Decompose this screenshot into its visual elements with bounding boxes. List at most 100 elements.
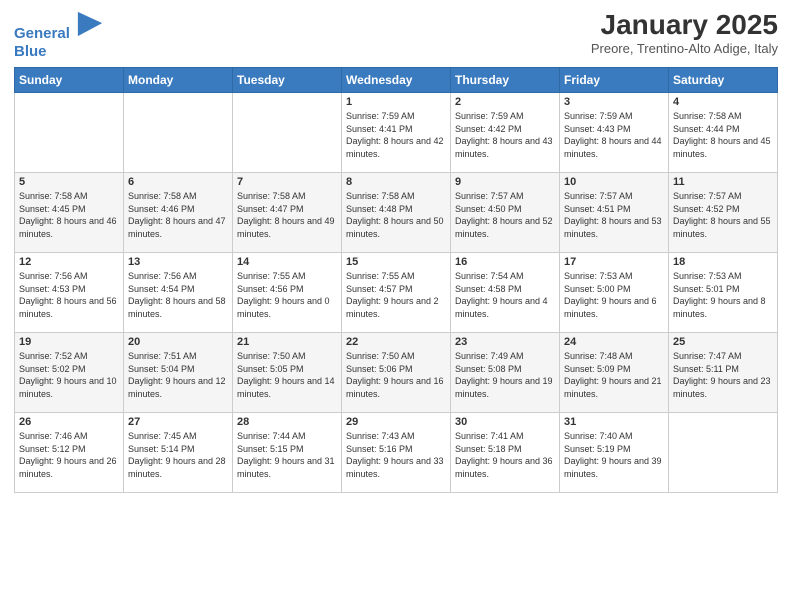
calendar-cell: 31Sunrise: 7:40 AM Sunset: 5:19 PM Dayli… xyxy=(560,413,669,493)
day-info: Sunrise: 7:57 AM Sunset: 4:51 PM Dayligh… xyxy=(564,190,664,240)
day-info: Sunrise: 7:41 AM Sunset: 5:18 PM Dayligh… xyxy=(455,430,555,480)
calendar-cell xyxy=(669,413,778,493)
page-header: General Blue January 2025 Preore, Trenti… xyxy=(14,10,778,61)
day-number: 26 xyxy=(19,416,119,428)
calendar-cell: 18 Sunrise: 7:53 AM Sunset: 5:01 PM Dayli… xyxy=(669,253,778,333)
day-info: Sunrise: 7:57 AM Sunset: 4:52 PM Dayligh… xyxy=(673,190,773,240)
day-number: 21 xyxy=(237,336,337,348)
day-number: 7 xyxy=(237,176,337,188)
day-number: 11 xyxy=(673,176,773,188)
calendar-cell: 27 Sunrise: 7:45 AM Sunset: 5:14 PM Dayli… xyxy=(124,413,233,493)
calendar-cell: 5 Sunrise: 7:58 AM Sunset: 4:45 PM Daylig… xyxy=(15,173,124,253)
calendar-cell: 22 Sunrise: 7:50 AM Sunset: 5:06 PM Dayli… xyxy=(342,333,451,413)
calendar-cell: 15 Sunrise: 7:55 AM Sunset: 4:57 PM Dayli… xyxy=(342,253,451,333)
calendar-week-2: 5 Sunrise: 7:58 AM Sunset: 4:45 PM Daylig… xyxy=(15,173,778,253)
day-number: 20 xyxy=(128,336,228,348)
day-info: Sunrise: 7:56 AM Sunset: 4:54 PM Dayligh… xyxy=(128,270,228,320)
day-info: Sunrise: 7:55 AM Sunset: 4:57 PM Dayligh… xyxy=(346,270,446,320)
day-number: 15 xyxy=(346,256,446,268)
logo: General Blue xyxy=(14,10,104,61)
calendar-week-3: 12Sunrise: 7:56 AM Sunset: 4:53 PM Dayli… xyxy=(15,253,778,333)
day-info: Sunrise: 7:48 AM Sunset: 5:09 PM Dayligh… xyxy=(564,350,664,400)
title-block: January 2025 Preore, Trentino-Alto Adige… xyxy=(591,10,778,56)
calendar-cell xyxy=(124,93,233,173)
day-number: 17 xyxy=(564,256,664,268)
day-info: Sunrise: 7:53 AM Sunset: 5:01 PM Dayligh… xyxy=(673,270,773,320)
calendar-cell: 2Sunrise: 7:59 AM Sunset: 4:42 PM Daylig… xyxy=(451,93,560,173)
day-info: Sunrise: 7:59 AM Sunset: 4:43 PM Dayligh… xyxy=(564,110,664,160)
calendar-cell: 24 Sunrise: 7:48 AM Sunset: 5:09 PM Dayli… xyxy=(560,333,669,413)
logo-blue: Blue xyxy=(14,43,104,61)
calendar-cell: 7 Sunrise: 7:58 AM Sunset: 4:47 PM Daylig… xyxy=(233,173,342,253)
location-subtitle: Preore, Trentino-Alto Adige, Italy xyxy=(591,41,778,56)
calendar-cell: 29Sunrise: 7:43 AM Sunset: 5:16 PM Dayli… xyxy=(342,413,451,493)
day-info: Sunrise: 7:45 AM Sunset: 5:14 PM Dayligh… xyxy=(128,430,228,480)
month-title: January 2025 xyxy=(591,10,778,41)
day-info: Sunrise: 7:54 AM Sunset: 4:58 PM Dayligh… xyxy=(455,270,555,320)
calendar-cell: 19 Sunrise: 7:52 AM Sunset: 5:02 PM Dayli… xyxy=(15,333,124,413)
day-number: 22 xyxy=(346,336,446,348)
calendar-cell: 3 Sunrise: 7:59 AM Sunset: 4:43 PM Daylig… xyxy=(560,93,669,173)
calendar-cell xyxy=(233,93,342,173)
calendar-cell: 30 Sunrise: 7:41 AM Sunset: 5:18 PM Dayli… xyxy=(451,413,560,493)
day-number: 9 xyxy=(455,176,555,188)
day-info: Sunrise: 7:50 AM Sunset: 5:05 PM Dayligh… xyxy=(237,350,337,400)
calendar-cell: 9 Sunrise: 7:57 AM Sunset: 4:50 PM Daylig… xyxy=(451,173,560,253)
weekday-header-sunday: Sunday xyxy=(15,68,124,93)
day-info: Sunrise: 7:40 AM Sunset: 5:19 PM Dayligh… xyxy=(564,430,664,480)
calendar-cell: 14 Sunrise: 7:55 AM Sunset: 4:56 PM Dayli… xyxy=(233,253,342,333)
day-number: 24 xyxy=(564,336,664,348)
day-info: Sunrise: 7:56 AM Sunset: 4:53 PM Dayligh… xyxy=(19,270,119,320)
day-info: Sunrise: 7:57 AM Sunset: 4:50 PM Dayligh… xyxy=(455,190,555,240)
calendar-cell: 4 Sunrise: 7:58 AM Sunset: 4:44 PM Daylig… xyxy=(669,93,778,173)
day-number: 27 xyxy=(128,416,228,428)
day-number: 4 xyxy=(673,96,773,108)
day-info: Sunrise: 7:51 AM Sunset: 5:04 PM Dayligh… xyxy=(128,350,228,400)
day-number: 25 xyxy=(673,336,773,348)
day-number: 8 xyxy=(346,176,446,188)
day-info: Sunrise: 7:44 AM Sunset: 5:15 PM Dayligh… xyxy=(237,430,337,480)
logo-general: General xyxy=(14,25,70,42)
day-number: 19 xyxy=(19,336,119,348)
day-number: 30 xyxy=(455,416,555,428)
calendar-cell: 10Sunrise: 7:57 AM Sunset: 4:51 PM Dayli… xyxy=(560,173,669,253)
calendar-cell: 12Sunrise: 7:56 AM Sunset: 4:53 PM Dayli… xyxy=(15,253,124,333)
logo-icon xyxy=(76,10,104,38)
day-number: 1 xyxy=(346,96,446,108)
day-info: Sunrise: 7:59 AM Sunset: 4:41 PM Dayligh… xyxy=(346,110,446,160)
day-number: 29 xyxy=(346,416,446,428)
day-info: Sunrise: 7:46 AM Sunset: 5:12 PM Dayligh… xyxy=(19,430,119,480)
day-number: 2 xyxy=(455,96,555,108)
day-number: 18 xyxy=(673,256,773,268)
calendar-cell: 11 Sunrise: 7:57 AM Sunset: 4:52 PM Dayli… xyxy=(669,173,778,253)
calendar-table: SundayMondayTuesdayWednesdayThursdayFrid… xyxy=(14,67,778,493)
day-info: Sunrise: 7:50 AM Sunset: 5:06 PM Dayligh… xyxy=(346,350,446,400)
calendar-cell: 13 Sunrise: 7:56 AM Sunset: 4:54 PM Dayli… xyxy=(124,253,233,333)
calendar-week-1: 1 Sunrise: 7:59 AM Sunset: 4:41 PM Daylig… xyxy=(15,93,778,173)
day-info: Sunrise: 7:58 AM Sunset: 4:47 PM Dayligh… xyxy=(237,190,337,240)
calendar-cell: 26 Sunrise: 7:46 AM Sunset: 5:12 PM Dayli… xyxy=(15,413,124,493)
day-info: Sunrise: 7:53 AM Sunset: 5:00 PM Dayligh… xyxy=(564,270,664,320)
day-info: Sunrise: 7:52 AM Sunset: 5:02 PM Dayligh… xyxy=(19,350,119,400)
day-number: 3 xyxy=(564,96,664,108)
day-number: 23 xyxy=(455,336,555,348)
calendar-cell: 21 Sunrise: 7:50 AM Sunset: 5:05 PM Dayli… xyxy=(233,333,342,413)
weekday-header-friday: Friday xyxy=(560,68,669,93)
day-number: 13 xyxy=(128,256,228,268)
day-info: Sunrise: 7:49 AM Sunset: 5:08 PM Dayligh… xyxy=(455,350,555,400)
page-container: General Blue January 2025 Preore, Trenti… xyxy=(0,0,792,501)
day-info: Sunrise: 7:58 AM Sunset: 4:45 PM Dayligh… xyxy=(19,190,119,240)
calendar-cell: 20 Sunrise: 7:51 AM Sunset: 5:04 PM Dayli… xyxy=(124,333,233,413)
calendar-cell: 6Sunrise: 7:58 AM Sunset: 4:46 PM Daylig… xyxy=(124,173,233,253)
calendar-header-row: SundayMondayTuesdayWednesdayThursdayFrid… xyxy=(15,68,778,93)
calendar-cell xyxy=(15,93,124,173)
calendar-cell: 28Sunrise: 7:44 AM Sunset: 5:15 PM Dayli… xyxy=(233,413,342,493)
day-number: 14 xyxy=(237,256,337,268)
day-number: 5 xyxy=(19,176,119,188)
day-info: Sunrise: 7:58 AM Sunset: 4:44 PM Dayligh… xyxy=(673,110,773,160)
weekday-header-saturday: Saturday xyxy=(669,68,778,93)
day-info: Sunrise: 7:47 AM Sunset: 5:11 PM Dayligh… xyxy=(673,350,773,400)
calendar-cell: 17 Sunrise: 7:53 AM Sunset: 5:00 PM Dayli… xyxy=(560,253,669,333)
day-info: Sunrise: 7:55 AM Sunset: 4:56 PM Dayligh… xyxy=(237,270,337,320)
calendar-cell: 1 Sunrise: 7:59 AM Sunset: 4:41 PM Daylig… xyxy=(342,93,451,173)
